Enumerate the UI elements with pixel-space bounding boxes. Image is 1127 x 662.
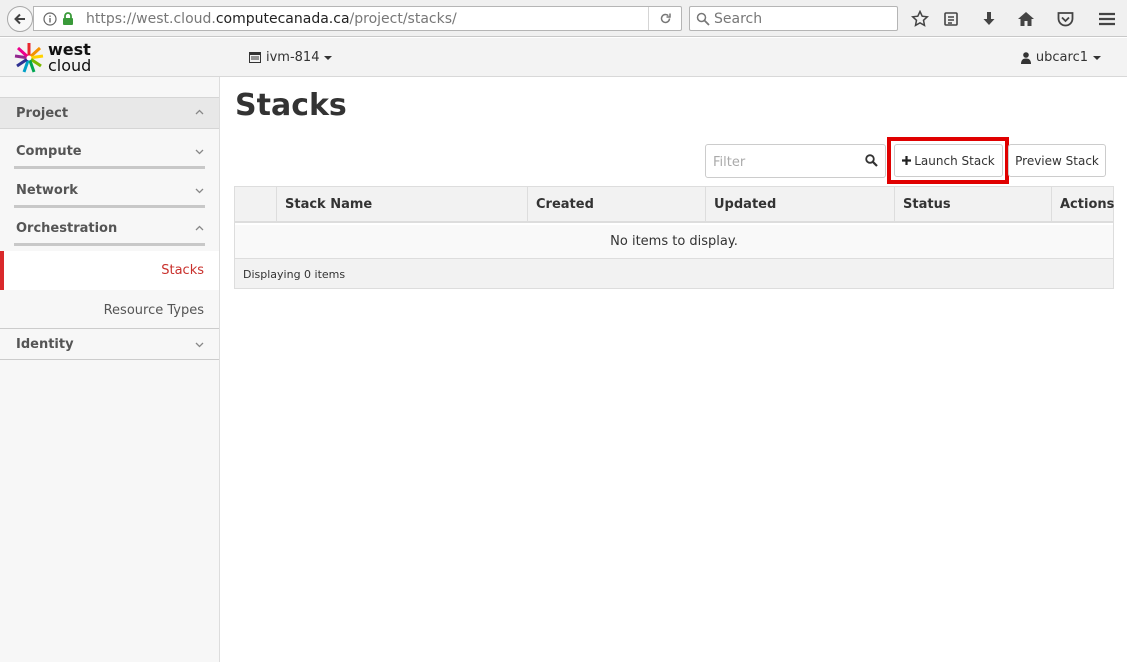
reading-list-button[interactable] <box>941 9 961 29</box>
bookmark-star-button[interactable] <box>910 9 930 29</box>
empty-table-message: No items to display. <box>235 225 1113 259</box>
app-header: west cloud ivm-814 ubcarc1 <box>0 38 1127 77</box>
project-selector-dropdown[interactable]: ivm-814 <box>249 50 333 65</box>
sidebar-label-identity: Identity <box>16 337 74 352</box>
table-header: Stack Name Created Updated Status Action… <box>235 187 1114 223</box>
chevron-down-icon <box>195 149 204 155</box>
filter-placeholder: Filter <box>713 155 746 170</box>
sidebar-item-orchestration[interactable]: Orchestration <box>0 212 219 246</box>
back-button[interactable] <box>7 6 33 32</box>
divider <box>14 166 205 169</box>
divider <box>14 205 205 208</box>
home-icon <box>1018 12 1034 26</box>
user-icon <box>1020 51 1031 64</box>
project-icon <box>249 52 261 63</box>
star-icon <box>911 10 929 27</box>
download-icon <box>983 12 995 25</box>
launch-stack-label: Launch Stack <box>914 153 995 168</box>
info-icon[interactable] <box>43 12 57 26</box>
downloads-button[interactable] <box>979 9 999 29</box>
reload-button[interactable] <box>648 7 681 30</box>
chevron-down-icon <box>195 342 204 348</box>
preview-stack-label: Preview Stack <box>1015 153 1099 168</box>
search-placeholder: Search <box>714 11 763 27</box>
sidebar: Project Compute Network Orchestration St… <box>0 77 220 662</box>
divider <box>14 243 205 246</box>
column-header-status[interactable]: Status <box>894 187 1051 223</box>
launch-stack-button[interactable]: Launch Stack <box>894 144 1003 177</box>
pocket-icon <box>1057 12 1073 27</box>
column-header-actions: Actions <box>1051 187 1114 223</box>
table-footer-count: Displaying 0 items <box>235 259 1113 288</box>
logo-star-icon <box>14 43 44 73</box>
reading-list-icon <box>944 12 958 26</box>
sidebar-label-stacks: Stacks <box>161 263 204 278</box>
chevron-up-icon <box>195 225 204 231</box>
column-header-stack-name[interactable]: Stack Name <box>276 187 527 223</box>
sidebar-label-orchestration: Orchestration <box>16 221 118 236</box>
lock-icon <box>63 12 73 25</box>
chevron-up-icon <box>195 109 204 115</box>
back-arrow-icon <box>14 13 25 25</box>
menu-button[interactable] <box>1097 9 1117 29</box>
stacks-table: Stack Name Created Updated Status Action… <box>234 186 1114 289</box>
hamburger-icon <box>1099 12 1115 26</box>
search-icon[interactable] <box>865 154 878 167</box>
preview-stack-button[interactable]: Preview Stack <box>1008 144 1106 177</box>
sidebar-item-stacks[interactable]: Stacks <box>0 251 219 290</box>
west-cloud-logo[interactable]: west cloud <box>14 41 114 75</box>
home-button[interactable] <box>1016 9 1036 29</box>
user-name: ubcarc1 <box>1035 50 1088 65</box>
chevron-down-icon <box>195 188 204 194</box>
select-column-header[interactable] <box>235 187 276 223</box>
url-prefix: https://west.cloud. <box>86 11 216 27</box>
url-text: https://west.cloud.computecanada.ca/proj… <box>86 11 457 27</box>
plus-icon <box>902 156 912 165</box>
sidebar-item-network[interactable]: Network <box>0 174 219 208</box>
caret-down-icon <box>1093 55 1101 60</box>
user-menu-dropdown[interactable]: ubcarc1 <box>1020 50 1101 65</box>
sidebar-item-identity[interactable]: Identity <box>0 329 219 360</box>
sidebar-item-compute[interactable]: Compute <box>0 135 219 169</box>
project-name: ivm-814 <box>266 50 320 65</box>
browser-toolbar: https://west.cloud.computecanada.ca/proj… <box>0 0 1127 37</box>
column-header-created[interactable]: Created <box>527 187 705 223</box>
reload-icon <box>660 13 671 24</box>
column-header-updated[interactable]: Updated <box>705 187 894 223</box>
sidebar-label-project: Project <box>16 106 69 121</box>
url-host: computecanada.ca <box>215 11 350 27</box>
page-title: Stacks <box>235 88 347 123</box>
search-icon <box>696 12 710 26</box>
url-bar[interactable]: https://west.cloud.computecanada.ca/proj… <box>33 6 682 31</box>
pocket-button[interactable] <box>1055 9 1075 29</box>
caret-down-icon <box>324 55 333 60</box>
browser-search-input[interactable]: Search <box>689 6 898 31</box>
sidebar-item-project[interactable]: Project <box>0 97 219 129</box>
sidebar-label-network: Network <box>16 183 78 198</box>
sidebar-item-resource-types[interactable]: Resource Types <box>0 291 219 329</box>
sidebar-label-compute: Compute <box>16 144 82 159</box>
url-path: /project/stacks/ <box>349 11 457 27</box>
sidebar-label-resource-types: Resource Types <box>103 303 204 318</box>
filter-input[interactable]: Filter <box>705 144 886 178</box>
logo-text-cloud: cloud <box>48 56 92 75</box>
